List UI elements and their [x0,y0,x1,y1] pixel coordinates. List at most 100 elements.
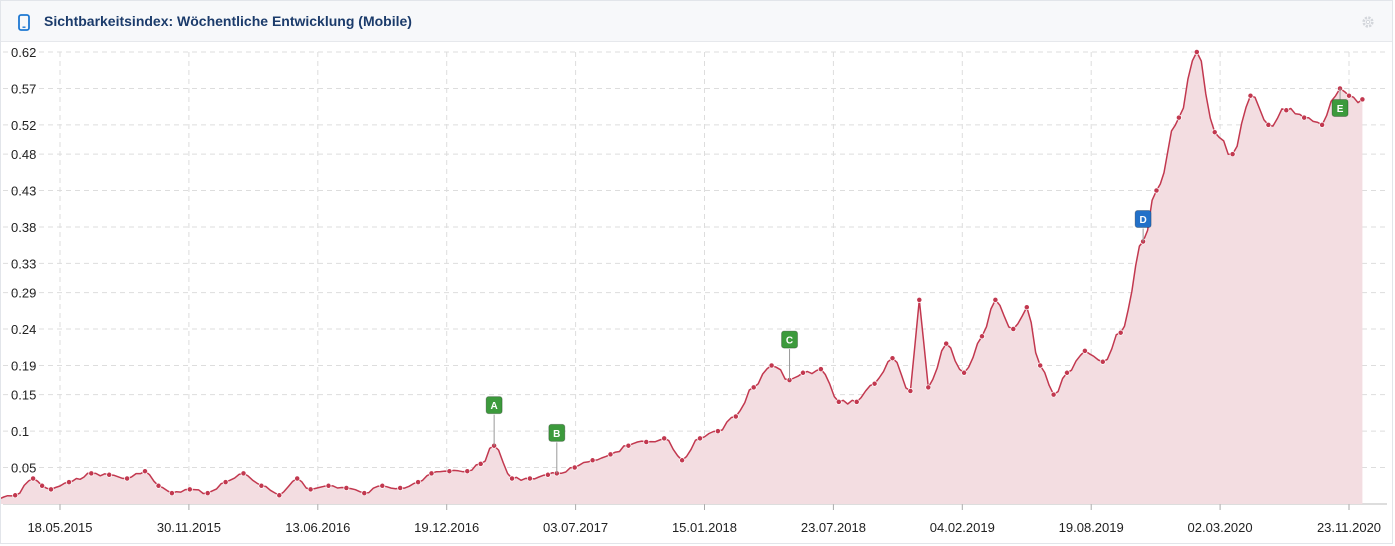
data-point[interactable] [943,340,950,347]
data-point[interactable] [1023,304,1030,311]
data-point[interactable] [607,451,614,458]
x-tick-label: 15.01.2018 [672,520,737,535]
data-point[interactable] [1211,129,1218,136]
x-tick-label: 19.12.2016 [414,520,479,535]
data-point[interactable] [509,475,515,482]
y-tick-label: 0.33 [11,256,36,271]
data-point[interactable] [979,333,985,340]
data-point[interactable] [106,471,113,478]
data-point[interactable] [697,435,703,442]
data-point[interactable] [768,362,775,369]
data-point[interactable] [800,369,806,376]
data-point[interactable] [835,398,842,405]
data-point[interactable] [925,384,932,391]
data-point[interactable] [428,470,435,477]
x-tick-label: 18.05.2015 [27,520,92,535]
data-point[interactable] [625,442,632,449]
data-point[interactable] [276,492,283,499]
data-point[interactable] [168,490,175,497]
data-point[interactable] [714,428,721,435]
visibility-chart: 0.62 0.57 0.52 0.48 0.43 0.38 0.33 0.29 0.24 0.19… [1,45,1387,535]
data-point[interactable] [39,482,46,489]
data-point[interactable] [1050,391,1057,398]
data-point[interactable] [750,384,757,391]
data-point[interactable] [1099,358,1106,365]
y-tick-label: 0.57 [11,81,36,96]
y-tick-label: 0.24 [11,322,36,337]
data-point[interactable] [661,435,668,442]
data-point[interactable] [907,388,914,394]
data-point[interactable] [1319,121,1326,128]
data-point[interactable] [124,475,131,482]
y-tick-label: 0.29 [11,286,36,301]
data-point[interactable] [1117,329,1124,336]
data-point[interactable] [361,490,368,497]
data-point[interactable] [30,475,37,482]
data-point[interactable] [871,380,878,387]
data-point[interactable] [397,485,404,491]
data-point[interactable] [526,475,533,482]
data-point[interactable] [1359,96,1366,103]
data-point[interactable] [446,468,453,475]
data-point[interactable] [204,490,211,497]
data-point[interactable] [12,492,19,499]
data-point[interactable] [325,482,332,489]
annotation-label: D [1140,215,1147,226]
data-point[interactable] [1193,49,1200,55]
data-point[interactable] [589,457,596,464]
data-point[interactable] [222,479,229,486]
data-point[interactable] [1037,362,1044,369]
data-point[interactable] [571,464,578,471]
data-point[interactable] [1283,107,1290,114]
data-point[interactable] [258,482,265,489]
data-point[interactable] [889,355,896,362]
data-point[interactable] [544,471,551,478]
annotation-label: C [786,336,793,347]
data-point[interactable] [1265,121,1272,128]
x-tick-label: 30.11.2015 [157,520,221,535]
mobile-phone-icon [18,14,30,31]
data-point[interactable] [853,398,860,405]
data-point[interactable] [1064,369,1070,376]
data-point[interactable] [1010,326,1017,332]
data-point[interactable] [477,460,484,467]
data-point[interactable] [379,482,386,489]
data-point[interactable] [1301,114,1308,121]
data-point[interactable] [992,296,999,303]
data-point[interactable] [1247,92,1254,99]
data-point[interactable] [343,485,350,491]
data-point[interactable] [464,468,471,475]
annotation-label: B [553,429,560,440]
data-point[interactable] [1153,187,1160,194]
data-point[interactable] [240,470,247,477]
data-point[interactable] [307,486,314,493]
data-point[interactable] [186,486,193,493]
data-point[interactable] [415,479,422,486]
series-area [1,52,1363,504]
y-tick-label: 0.62 [11,45,36,60]
data-point[interactable] [48,486,54,493]
panel-header: Sichtbarkeitsindex: Wöchentliche Entwick… [1,1,1392,42]
data-point[interactable] [1346,92,1352,99]
data-point[interactable] [1081,347,1088,354]
data-point[interactable] [679,457,686,464]
data-point[interactable] [961,369,968,376]
x-tick-label: 04.02.2019 [930,520,995,535]
data-point[interactable] [1175,114,1182,121]
gear-icon[interactable] [1361,15,1375,29]
annotation-label: A [491,401,498,412]
x-tick-label: 03.07.2017 [543,520,608,535]
x-tick-label: 23.11.2020 [1317,520,1381,535]
data-point[interactable] [643,439,650,445]
data-point[interactable] [88,470,95,477]
chart-panel: Sichtbarkeitsindex: Wöchentliche Entwick… [0,0,1393,544]
page-title: Sichtbarkeitsindex: Wöchentliche Entwick… [44,13,412,29]
data-point[interactable] [155,482,162,489]
data-point[interactable] [916,296,923,303]
data-point[interactable] [1229,151,1236,158]
data-point[interactable] [817,366,824,373]
data-point[interactable] [142,468,148,475]
data-point[interactable] [66,479,72,486]
data-point[interactable] [294,475,301,482]
data-point[interactable] [732,413,739,420]
